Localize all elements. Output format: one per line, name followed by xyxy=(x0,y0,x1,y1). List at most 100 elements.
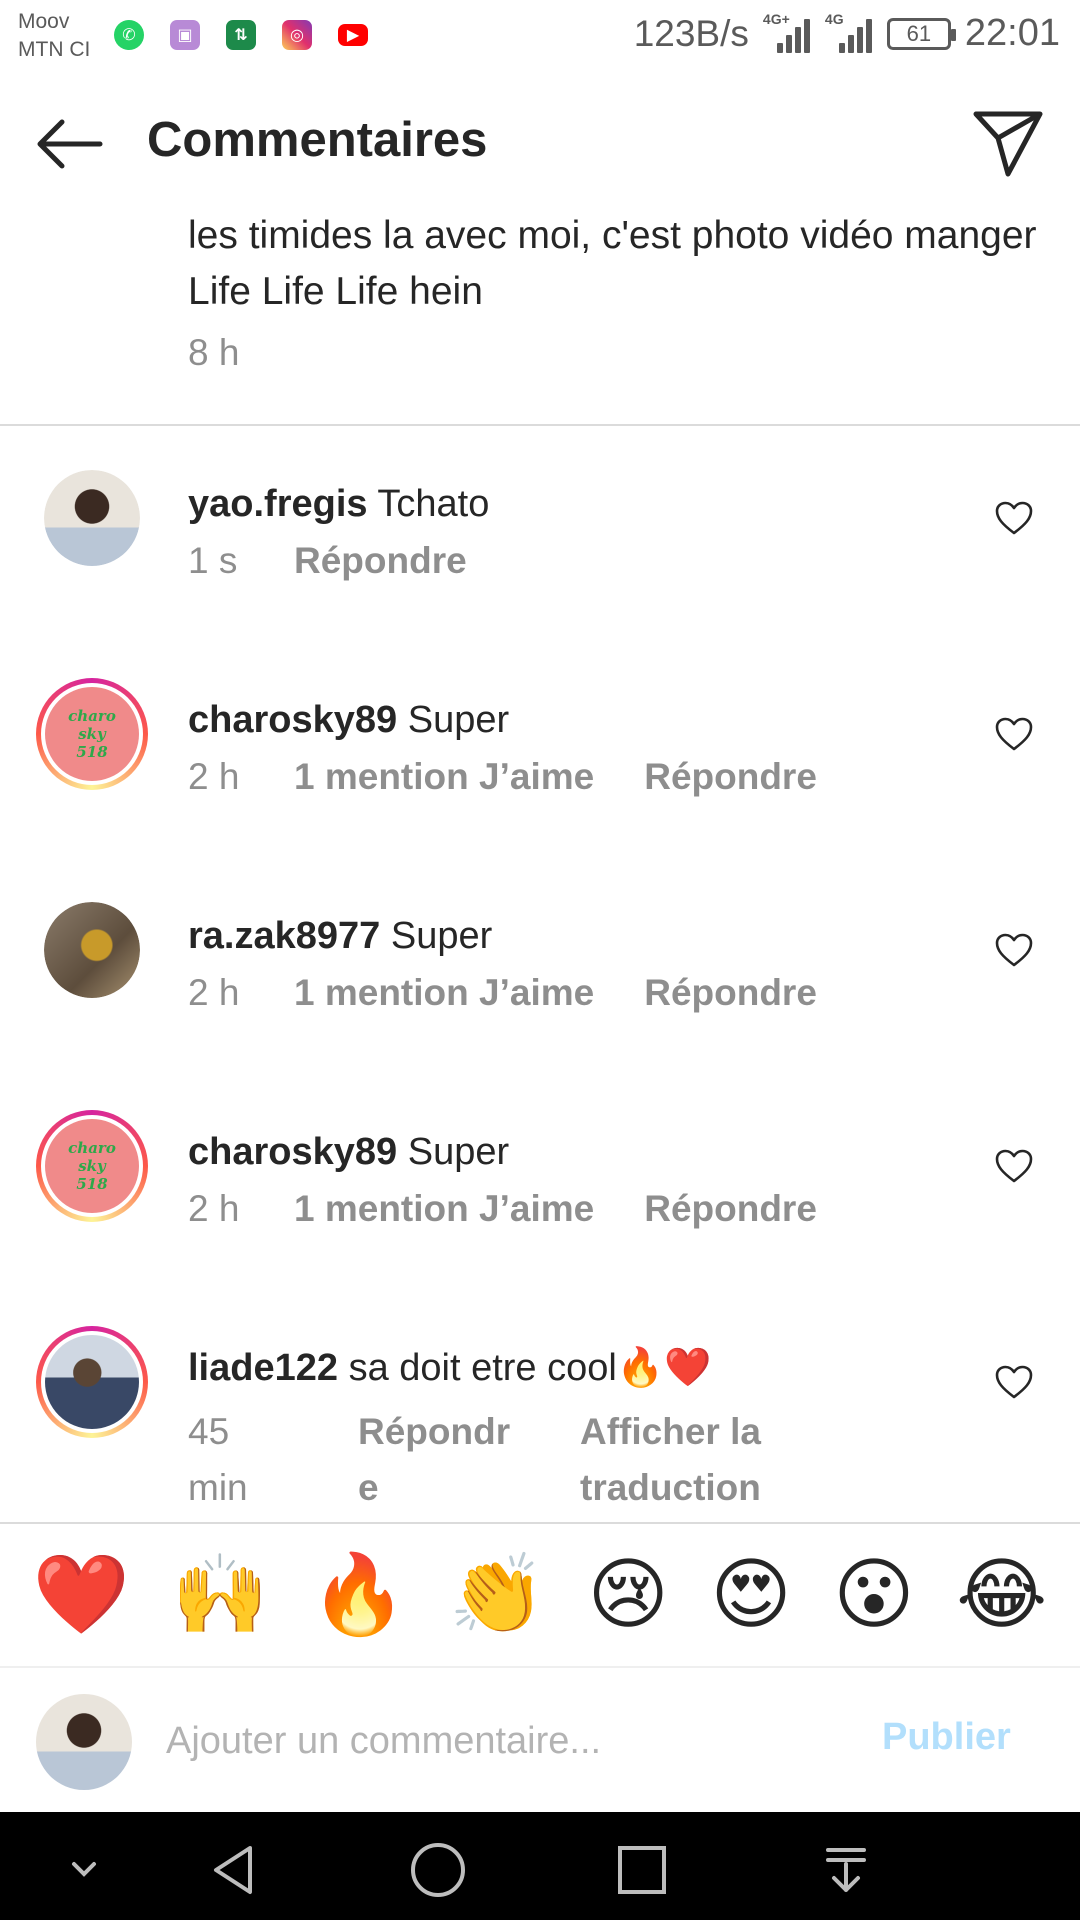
avatar[interactable] xyxy=(44,470,140,566)
avatar-image xyxy=(44,470,140,566)
nav-recents-button[interactable] xyxy=(612,1840,672,1900)
back-button[interactable] xyxy=(32,114,108,174)
reply-button[interactable]: Répondr e xyxy=(358,1404,528,1516)
avatar-text-line: 518 xyxy=(76,1175,108,1193)
avatar[interactable] xyxy=(44,902,140,998)
emoji-raised-hands-button[interactable]: 🙌 xyxy=(171,1556,268,1634)
status-bar: Moov MTN CI ✆ ▣ ⇅ ◎ ▶ 123B/s 4G+ 4G 61 2… xyxy=(0,0,1080,78)
nav-notifications-button[interactable] xyxy=(816,1840,876,1900)
comment-text: sa doit etre cool🔥❤️ xyxy=(348,1347,712,1389)
whatsapp-icon: ✆ xyxy=(114,20,144,50)
avatar-ring-inner: charo sky 518 xyxy=(41,1115,143,1217)
youtube-icon: ▶ xyxy=(338,24,368,46)
avatar-image xyxy=(45,1335,139,1429)
avatar-with-story-ring[interactable]: charo sky 518 xyxy=(36,1110,148,1222)
clock: 22:01 xyxy=(964,12,1060,54)
like-comment-button[interactable] xyxy=(994,716,1034,752)
comment-time: 45 min xyxy=(188,1404,268,1516)
reply-button[interactable]: Répondre xyxy=(644,1188,817,1230)
see-translation-button[interactable]: Afficher la traduction xyxy=(580,1404,800,1516)
emoji-heart-button[interactable]: ❤️ xyxy=(33,1556,130,1634)
comment-time: 1 s xyxy=(188,540,238,581)
reply-button[interactable]: Répondre xyxy=(644,756,817,798)
comment-row: charo sky 518 charosky89 Super 2 h 1 men… xyxy=(0,1088,1080,1304)
comment-row: liade122 sa doit etre cool🔥❤️ 45 min Rép… xyxy=(0,1304,1080,1520)
comment-time: 2 h xyxy=(188,1188,240,1229)
heart-outline-icon xyxy=(995,501,1033,535)
reply-button[interactable]: Répondre xyxy=(294,540,467,582)
heart-outline-icon xyxy=(995,717,1033,751)
page-title: Commentaires xyxy=(147,113,488,167)
avatar-text-line: charo xyxy=(68,1139,116,1157)
carrier-1: Moov xyxy=(18,10,70,33)
reply-label-line: Répondr xyxy=(358,1411,511,1452)
comment-username[interactable]: charosky89 xyxy=(188,1131,397,1173)
emoji-clap-button[interactable]: 👏 xyxy=(449,1556,546,1634)
share-button[interactable] xyxy=(972,108,1044,180)
caption-text: les timides la avec moi, c'est photo vid… xyxy=(188,214,1037,313)
emoji-surprised-button[interactable]: 😮 xyxy=(833,1556,914,1634)
system-nav-bar xyxy=(0,1812,1080,1920)
comment-username[interactable]: charosky89 xyxy=(188,699,397,741)
comment-time: 2 h xyxy=(188,756,240,797)
like-comment-button[interactable] xyxy=(994,1148,1034,1184)
reply-label-line: e xyxy=(358,1467,379,1508)
chevron-down-icon xyxy=(72,1862,96,1877)
avatar-with-story-ring[interactable] xyxy=(36,1326,148,1438)
current-user-avatar xyxy=(36,1694,132,1790)
like-comment-button[interactable] xyxy=(994,932,1034,968)
emoji-heart-eyes-button[interactable]: 😍 xyxy=(710,1556,791,1634)
comment-row: yao.fregis Tchato 1 s Répondre xyxy=(0,440,1080,656)
battery-level: 61 xyxy=(906,20,932,46)
signal-icon-2: 4G xyxy=(824,10,873,55)
back-triangle-icon xyxy=(214,1846,252,1894)
header: Commentaires xyxy=(0,78,1080,208)
reply-button[interactable]: Répondre xyxy=(644,972,817,1014)
signal-label-2: 4G xyxy=(824,10,844,27)
comment-text: Super xyxy=(407,699,510,741)
comment-meta: 2 h 1 mention J’aime Répondre xyxy=(188,1188,817,1230)
carrier-2: MTN CI xyxy=(18,38,91,61)
recents-square-icon xyxy=(618,1846,666,1894)
heart-outline-icon xyxy=(995,1365,1033,1399)
signal-icon-1: 4G+ xyxy=(763,11,811,55)
emoji-fire-button[interactable]: 🔥 xyxy=(310,1556,407,1634)
nav-home-button[interactable] xyxy=(408,1840,468,1900)
emoji-laughing-button[interactable]: 😂 xyxy=(956,1556,1047,1634)
likes-count-button[interactable]: 1 mention J’aime xyxy=(294,972,594,1014)
comment-username[interactable]: yao.fregis xyxy=(188,483,368,525)
avatar-with-story-ring[interactable]: charo sky 518 xyxy=(36,678,148,790)
comment-composer: Publier xyxy=(0,1668,1080,1812)
status-right: 123B/s 4G+ 4G 61 22:01 xyxy=(634,10,1060,55)
publish-button[interactable]: Publier xyxy=(882,1716,1011,1759)
comment-input[interactable] xyxy=(166,1708,846,1774)
translate-label-line: Afficher la xyxy=(580,1411,761,1452)
battery-icon: 61 xyxy=(886,17,956,50)
data-sync-icon: ⇅ xyxy=(226,20,256,50)
avatar-text-line: 518 xyxy=(76,743,108,761)
translate-label-line: traduction xyxy=(580,1467,761,1508)
avatar-image: charo sky 518 xyxy=(45,1119,139,1213)
comment-time-line: min xyxy=(188,1467,248,1508)
caption-time: 8 h xyxy=(188,332,240,373)
post-caption: les timides la avec moi, c'est photo vid… xyxy=(188,208,1048,374)
like-comment-button[interactable] xyxy=(994,1364,1034,1400)
likes-count-button[interactable]: 1 mention J’aime xyxy=(294,756,594,798)
heart-outline-icon xyxy=(995,933,1033,967)
like-comment-button[interactable] xyxy=(994,500,1034,536)
likes-count-button[interactable]: 1 mention J’aime xyxy=(294,1188,594,1230)
avatar-image: charo sky 518 xyxy=(45,687,139,781)
avatar-text-line: sky xyxy=(78,725,106,743)
avatar-text-line: sky xyxy=(78,1157,106,1175)
comment-username[interactable]: liade122 xyxy=(188,1347,338,1389)
nav-back-button[interactable] xyxy=(204,1840,264,1900)
emoji-crying-button[interactable]: 😢 xyxy=(587,1556,668,1634)
nav-collapse-button[interactable] xyxy=(54,1840,114,1900)
comment-body: yao.fregis Tchato xyxy=(188,480,489,528)
comment-time: 2 h xyxy=(188,972,240,1013)
comment-username[interactable]: ra.zak8977 xyxy=(188,915,380,957)
comment-body: charosky89 Super xyxy=(188,1128,509,1176)
arrow-left-icon xyxy=(37,119,103,169)
comment-meta: 2 h 1 mention J’aime Répondre xyxy=(188,756,817,798)
paper-plane-icon xyxy=(973,111,1043,177)
